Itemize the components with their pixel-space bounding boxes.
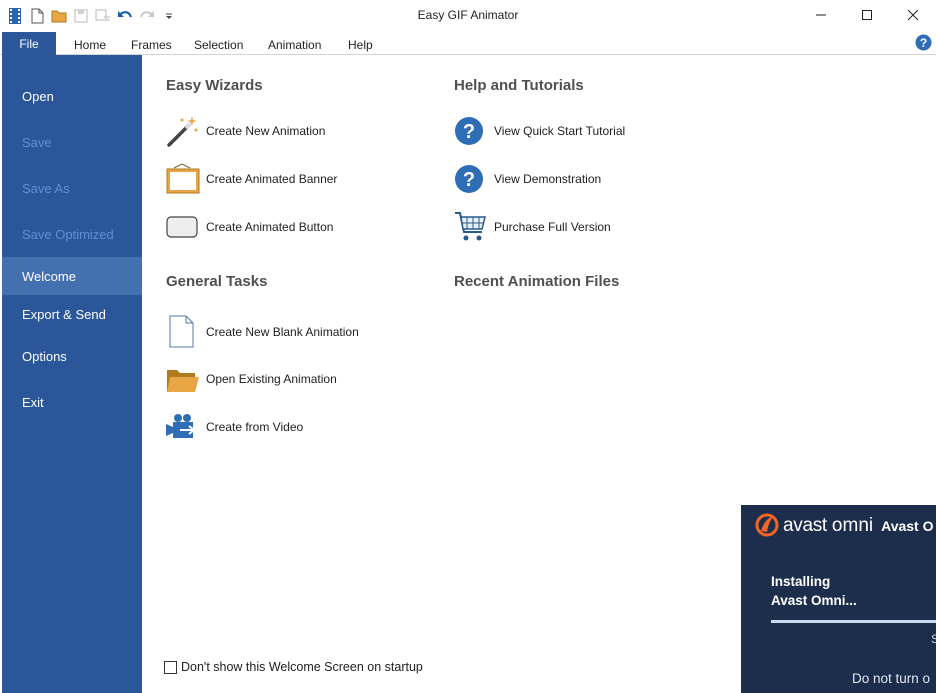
tab-frames[interactable]: Frames [131, 38, 172, 52]
avast-status: Installing Avast Omni... [771, 572, 857, 610]
avast-product: omni [831, 515, 874, 536]
tab-file[interactable]: File [2, 32, 56, 55]
magic-wand-icon [166, 113, 200, 149]
quick-start-tutorial-label: View Quick Start Tutorial [494, 124, 626, 138]
button-shape-icon [166, 209, 200, 245]
recent-files-heading: Recent Animation Files [454, 273, 620, 290]
avast-status-line2: Avast Omni... [771, 593, 857, 608]
purchase-full-version-link[interactable]: Purchase Full Version [454, 209, 611, 245]
avast-progress-bar [771, 620, 936, 623]
avast-trailing-text: S [931, 632, 936, 646]
avast-warning-text: Do not turn o [852, 671, 931, 686]
create-animated-banner-link[interactable]: Create Animated Banner [166, 161, 337, 197]
question-icon: ? [454, 113, 488, 149]
create-from-video-label: Create from Video [206, 420, 304, 434]
ribbon-tab-bar: File Home Frames Selection Animation Hel… [0, 32, 936, 55]
maximize-button[interactable] [844, 0, 890, 30]
view-demonstration-link[interactable]: ? View Demonstration [454, 161, 601, 197]
sidebar-item-save-as: Save As [22, 180, 70, 196]
general-tasks-heading: General Tasks [166, 273, 268, 290]
sidebar-item-options[interactable]: Options [2, 337, 142, 375]
tab-help[interactable]: Help [348, 38, 373, 52]
sidebar-item-save-optimized: Save Optimized [22, 226, 114, 242]
avast-progress-fill [771, 620, 936, 623]
svg-text:?: ? [463, 121, 475, 143]
avast-install-popup: avast omni Avast O Installing Avast Omni… [741, 505, 936, 693]
avast-title: Avast O [881, 518, 934, 534]
create-new-animation-label: Create New Animation [206, 124, 326, 138]
sidebar-item-save: Save [22, 134, 52, 150]
minimize-button[interactable] [798, 0, 844, 30]
banner-icon [166, 161, 200, 197]
avast-logo-icon [755, 513, 779, 540]
sidebar-item-open[interactable]: Open [2, 77, 142, 115]
help-question-icon[interactable]: ? [915, 34, 932, 51]
video-camera-icon [166, 409, 200, 445]
create-new-animation-link[interactable]: Create New Animation [166, 113, 325, 149]
avast-brand: avast [783, 515, 827, 536]
help-tutorials-heading: Help and Tutorials [454, 77, 584, 94]
sidebar-item-exit[interactable]: Exit [2, 383, 142, 421]
question-icon: ? [454, 161, 488, 197]
window-controls [798, 0, 936, 30]
create-from-video-link[interactable]: Create from Video [166, 409, 303, 445]
create-animated-button-label: Create Animated Button [206, 220, 334, 234]
easy-wizards-heading: Easy Wizards [166, 77, 263, 94]
view-demonstration-label: View Demonstration [494, 172, 602, 186]
backstage-sidebar: Open Save Save As Save Optimized Welcome… [2, 55, 142, 693]
svg-text:?: ? [463, 169, 475, 191]
welcome-startup-checkbox[interactable] [164, 660, 177, 674]
folder-icon [166, 361, 200, 397]
create-blank-animation-link[interactable]: Create New Blank Animation [166, 314, 359, 350]
window-title: Easy GIF Animator [417, 8, 519, 22]
svg-text:?: ? [920, 36, 927, 50]
shopping-cart-icon [454, 209, 488, 245]
welcome-startup-label: Don't show this Welcome Screen on startu… [181, 660, 423, 674]
avast-header: avast omni Avast O [755, 513, 934, 539]
blank-page-icon [166, 314, 200, 350]
create-blank-animation-label: Create New Blank Animation [206, 325, 359, 339]
welcome-startup-option[interactable]: Don't show this Welcome Screen on startu… [164, 660, 423, 674]
close-button[interactable] [890, 0, 936, 30]
open-existing-animation-label: Open Existing Animation [206, 372, 337, 386]
create-animated-banner-label: Create Animated Banner [206, 172, 338, 186]
quick-start-tutorial-link[interactable]: ? View Quick Start Tutorial [454, 113, 625, 149]
tab-home[interactable]: Home [74, 38, 106, 52]
title-bar: Easy GIF Animator [0, 0, 936, 32]
create-animated-button-link[interactable]: Create Animated Button [166, 209, 333, 245]
tab-animation[interactable]: Animation [268, 38, 321, 52]
sidebar-item-welcome[interactable]: Welcome [2, 257, 142, 295]
purchase-full-version-label: Purchase Full Version [494, 220, 611, 234]
tab-selection[interactable]: Selection [194, 38, 243, 52]
avast-status-line1: Installing [771, 574, 831, 589]
open-existing-animation-link[interactable]: Open Existing Animation [166, 361, 337, 397]
sidebar-item-export-send[interactable]: Export & Send [2, 295, 142, 333]
